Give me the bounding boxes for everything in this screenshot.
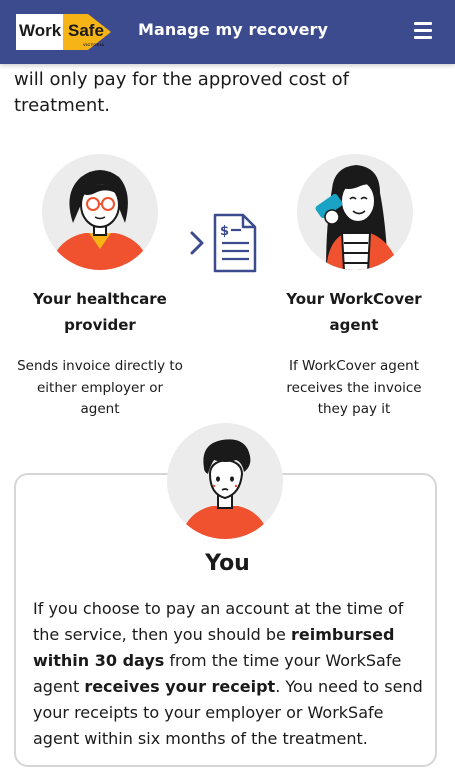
you-description: If you choose to pay an account at the t… <box>33 596 425 752</box>
logo-subtext: VICTORIA <box>83 42 105 47</box>
logo-safe-text: Safe <box>68 21 104 40</box>
you-avatar <box>166 422 284 540</box>
svg-text:$: $ <box>220 224 229 239</box>
app-header: Work Safe VICTORIA Manage my recovery <box>0 0 455 64</box>
intro-text: will only pay for the approved cost of t… <box>14 69 349 116</box>
you-bold-receipt: receives your receipt <box>84 677 276 696</box>
agent-heading: Your WorkCover agent <box>286 290 422 334</box>
hamburger-menu-icon[interactable] <box>414 22 436 42</box>
worksafe-logo[interactable]: Work Safe VICTORIA <box>16 9 114 55</box>
chevron-right-icon <box>190 231 204 255</box>
workcover-agent-avatar <box>296 153 414 271</box>
you-heading: You <box>205 551 250 576</box>
agent-description: If WorkCover agent receives the invoice … <box>286 358 422 417</box>
healthcare-provider-avatar <box>41 153 159 271</box>
logo-work-text: Work <box>19 21 62 40</box>
provider-heading: Your healthcare provider <box>33 290 167 334</box>
invoice-document-icon: $ <box>211 213 257 273</box>
provider-description: Sends invoice directly to either employe… <box>17 358 183 417</box>
page-title: Manage my recovery <box>138 20 329 39</box>
